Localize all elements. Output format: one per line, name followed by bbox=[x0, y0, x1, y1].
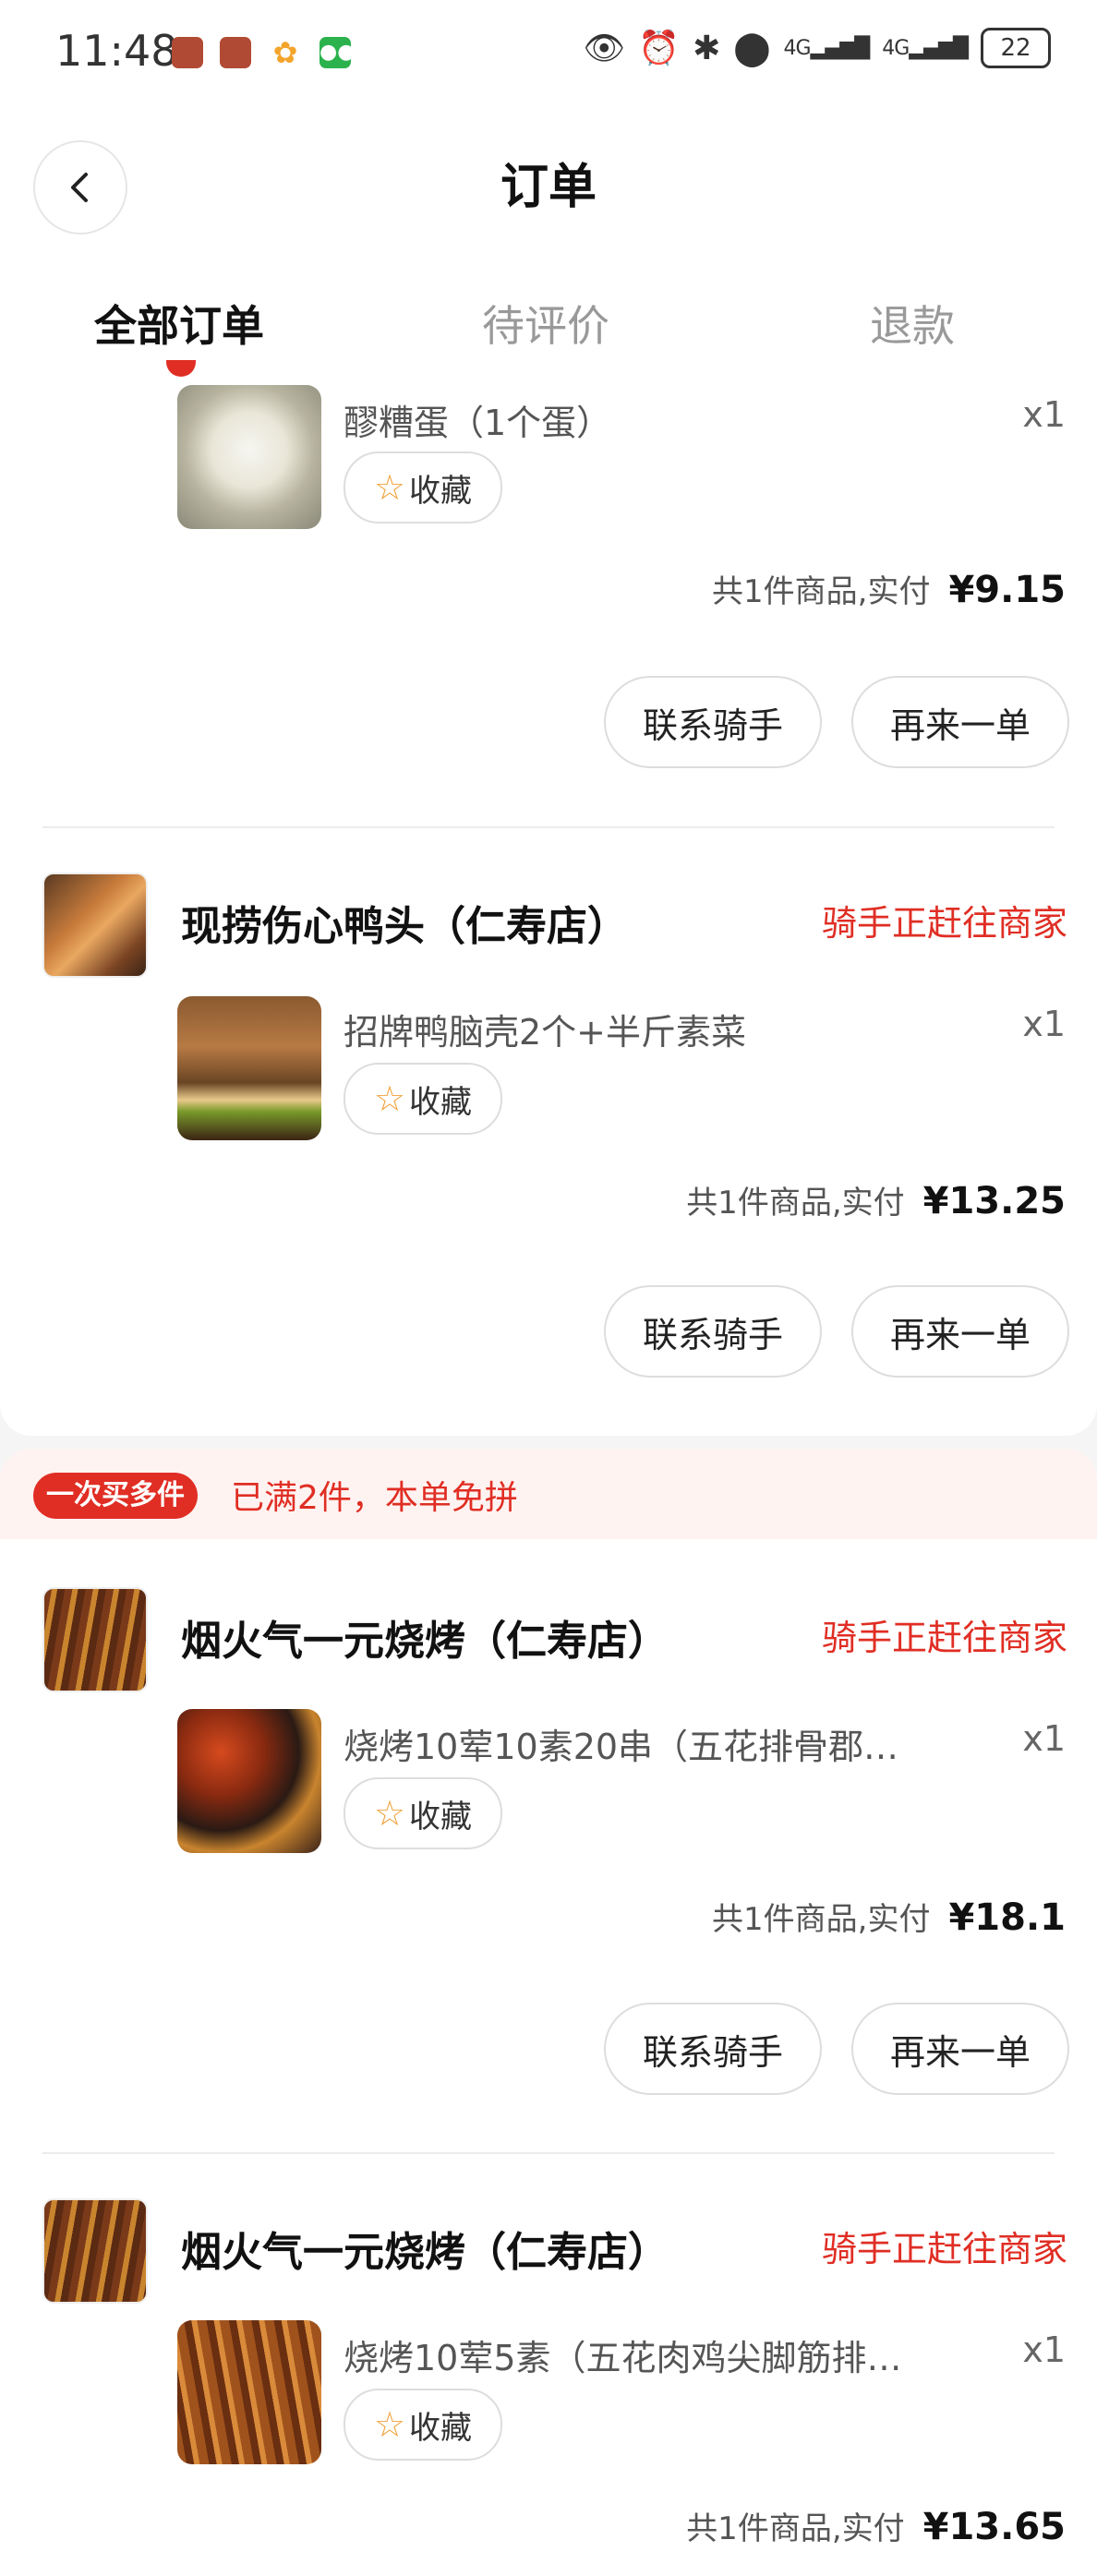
flower-app-icon: ✿ bbox=[272, 35, 298, 70]
order-status: 骑手正赶往商家 bbox=[821, 2229, 1067, 2269]
reorder-button[interactable]: 再来一单 bbox=[851, 2003, 1069, 2095]
order-summary: 共1件商品,实付 bbox=[712, 1901, 931, 1938]
signal-icon-2: 4G▂▄▆█ bbox=[882, 36, 969, 60]
promo-banner: 一次买多件 已满2件，本单免拼 bbox=[0, 1449, 1097, 1539]
favorite-button[interactable]: ☆ 收藏 bbox=[344, 1777, 502, 1849]
order-price: ¥18.1 bbox=[948, 1896, 1066, 1939]
order-total: 共1件商品,实付 ¥9.15 bbox=[712, 566, 1066, 611]
promo-badge: 一次买多件 bbox=[33, 1473, 198, 1519]
status-icons: 👁 ⏰ ✱ ⬤ 4G▂▄▆█ 4G▂▄▆█ 22 bbox=[584, 28, 1051, 68]
favorite-label: 收藏 bbox=[409, 2409, 473, 2447]
favorite-label: 收藏 bbox=[409, 472, 473, 510]
order-status: 骑手正赶往商家 bbox=[821, 903, 1067, 944]
signal-icon-1: 4G▂▄▆█ bbox=[783, 36, 871, 60]
order-price: ¥13.65 bbox=[922, 2506, 1066, 2548]
order-card-group: 醪糟蛋（1个蛋） x1 ☆ 收藏 共1件商品,实付 ¥9.15 联系骑手 再来一… bbox=[0, 385, 1097, 1436]
promo-text: 已满2件，本单免拼 bbox=[231, 1479, 518, 1517]
order-total: 共1件商品,实付 ¥13.25 bbox=[686, 1177, 1066, 1222]
item-quantity: x1 bbox=[1022, 1718, 1066, 1759]
item-image[interactable] bbox=[177, 385, 321, 529]
item-image[interactable] bbox=[177, 2320, 321, 2464]
store-header[interactable]: 现捞伤心鸭头（仁寿店） 骑手正赶往商家 bbox=[42, 873, 1067, 978]
item-name: 醪糟蛋（1个蛋） bbox=[344, 403, 612, 443]
tab-refund[interactable]: 退款 bbox=[870, 293, 955, 354]
store-name: 烟火气一元烧烤（仁寿店） bbox=[181, 2229, 669, 2276]
status-bar: 11:48 ✿ ●● 👁 ⏰ ✱ ⬤ 4G▂▄▆█ 4G▂▄▆█ 22 bbox=[0, 0, 1097, 103]
item-name: 烧烤10荤5素（五花肉鸡尖脚筋排… bbox=[344, 2338, 902, 2378]
status-time: 11:48 bbox=[55, 26, 178, 76]
tab-pending-review[interactable]: 待评价 bbox=[482, 293, 609, 354]
wechat-icon: ●● bbox=[319, 37, 355, 68]
tab-bar: 全部订单 待评价 退款 bbox=[0, 293, 1097, 367]
header: 订单 全部订单 待评价 退款 bbox=[0, 103, 1097, 385]
store-header[interactable]: 烟火气一元烧烤（仁寿店） 骑手正赶往商家 bbox=[42, 2198, 1067, 2304]
order-list: 醪糟蛋（1个蛋） x1 ☆ 收藏 共1件商品,实付 ¥9.15 联系骑手 再来一… bbox=[0, 385, 1097, 2576]
bluetooth-icon: ✱ bbox=[693, 29, 721, 67]
battery-icon: 22 bbox=[981, 28, 1051, 68]
tab-indicator bbox=[166, 360, 196, 377]
order-summary: 共1件商品,实付 bbox=[686, 1185, 905, 1222]
order-summary: 共1件商品,实付 bbox=[686, 2510, 905, 2547]
order-price: ¥9.15 bbox=[948, 569, 1066, 611]
store-logo bbox=[42, 1587, 148, 1692]
divider bbox=[42, 826, 1055, 828]
book-app-icon bbox=[172, 37, 203, 68]
star-icon: ☆ bbox=[373, 467, 406, 508]
order-price: ¥13.25 bbox=[922, 1180, 1066, 1222]
item-name: 烧烤10荤10素20串（五花排骨郡… bbox=[344, 1727, 899, 1767]
item-quantity: x1 bbox=[1022, 394, 1066, 435]
location-icon: ⬤ bbox=[733, 29, 771, 67]
star-icon: ☆ bbox=[373, 1078, 406, 1119]
book-app-icon-2 bbox=[220, 37, 251, 68]
item-image[interactable] bbox=[177, 996, 321, 1140]
favorite-button[interactable]: ☆ 收藏 bbox=[344, 451, 502, 524]
store-name: 烟火气一元烧烤（仁寿店） bbox=[181, 1618, 669, 1665]
store-name: 现捞伤心鸭头（仁寿店） bbox=[181, 903, 628, 950]
favorite-label: 收藏 bbox=[409, 1798, 473, 1836]
favorite-button[interactable]: ☆ 收藏 bbox=[344, 2389, 502, 2461]
page-title: 订单 bbox=[500, 160, 597, 215]
store-logo bbox=[42, 873, 148, 978]
favorite-button[interactable]: ☆ 收藏 bbox=[344, 1063, 502, 1135]
star-icon: ☆ bbox=[373, 2404, 406, 2445]
reorder-button[interactable]: 再来一单 bbox=[851, 1285, 1069, 1378]
tab-all-orders[interactable]: 全部订单 bbox=[94, 293, 264, 354]
item-name: 招牌鸭脑壳2个+半斤素菜 bbox=[344, 1012, 747, 1053]
contact-rider-button[interactable]: 联系骑手 bbox=[604, 2003, 822, 2095]
contact-rider-button[interactable]: 联系骑手 bbox=[604, 1285, 822, 1378]
alarm-icon: ⏰ bbox=[638, 30, 681, 67]
order-total: 共1件商品,实付 ¥18.1 bbox=[712, 1894, 1066, 1939]
favorite-label: 收藏 bbox=[409, 1083, 473, 1121]
eye-icon: 👁 bbox=[583, 30, 626, 67]
reorder-button[interactable]: 再来一单 bbox=[851, 676, 1069, 768]
divider bbox=[42, 2152, 1055, 2154]
order-status: 骑手正赶往商家 bbox=[821, 1618, 1067, 1658]
item-image[interactable] bbox=[177, 1709, 321, 1853]
order-total: 共1件商品,实付 ¥13.65 bbox=[686, 2503, 1066, 2548]
store-header[interactable]: 烟火气一元烧烤（仁寿店） 骑手正赶往商家 bbox=[42, 1587, 1067, 1692]
order-card-group: 一次买多件 已满2件，本单免拼 烟火气一元烧烤（仁寿店） 骑手正赶往商家 烧烤1… bbox=[0, 1449, 1097, 2576]
order-summary: 共1件商品,实付 bbox=[712, 573, 931, 610]
item-quantity: x1 bbox=[1022, 1004, 1066, 1044]
item-quantity: x1 bbox=[1022, 2329, 1066, 2370]
store-logo bbox=[42, 2198, 148, 2304]
star-icon: ☆ bbox=[373, 1793, 406, 1834]
contact-rider-button[interactable]: 联系骑手 bbox=[604, 676, 822, 768]
